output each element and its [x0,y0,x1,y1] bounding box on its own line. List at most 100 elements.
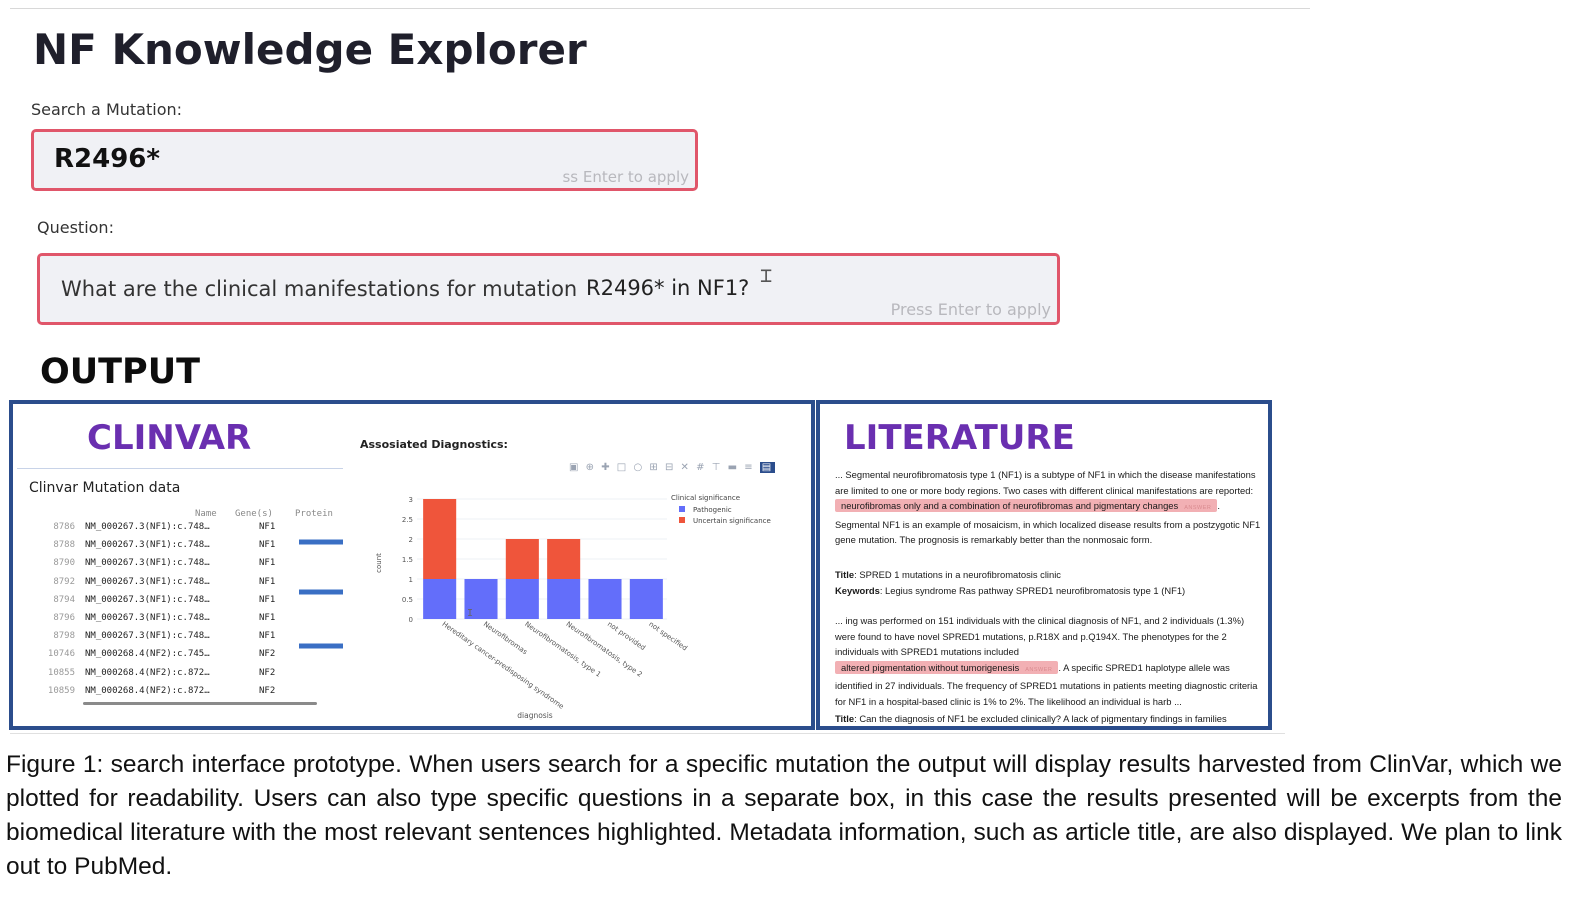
spike-icon[interactable]: ⊤ [712,462,723,473]
table-row[interactable]: 8790 NM_000267.3(NF1):c.748… NF1 [13,558,343,576]
bar-chart: 00.511.522.53countHereditary cancer-pred… [375,494,771,720]
text-cursor-icon: ⌶ [760,263,773,287]
row-gene: NF1 [259,631,276,642]
bar-uncertain-significance [505,539,539,579]
row-index: 8790 [53,558,75,569]
row-name: NM_000268.4(NF2):c.745… [85,649,210,660]
pan-icon[interactable]: ✚ [601,462,611,473]
answer-tag: ANSWER [1025,666,1053,673]
hover-compare-icon[interactable]: ≡ [744,462,754,473]
x-tick-label: Neurofibromatosis, type 2 [565,620,644,679]
table-row[interactable]: 10855 NM_000268.4(NF2):c.872… NF2 [13,668,343,686]
row-name: NM_000267.3(NF1):c.748… [85,631,210,642]
row-gene: NF1 [259,594,276,605]
y-axis-label: count [375,553,383,573]
literature-meta-2: Title: Can the diagnosis of NF1 be exclu… [835,713,1227,724]
row-index: 10855 [47,667,75,678]
x-axis-label: diagnosis [517,711,553,720]
row-name: NM_000267.3(NF1):c.748… [85,558,210,569]
answer-highlight[interactable]: altered pigmentation without tumorigenes… [835,660,1059,674]
highlight-text: altered pigmentation without tumorigenes… [841,661,1020,673]
article-title[interactable]: SPRED 1 mutations in a neurofibromatosis… [859,569,1061,580]
chart-toolbar[interactable]: ▣ ⊕ ✚ □ ○ ⊞ ⊟ ✕ # ⊤ ▬ ≡ ▤ [569,462,776,473]
zoom-in-icon[interactable]: ⊞ [649,462,659,473]
question-input[interactable]: What are the clinical manifestations for… [37,253,1060,325]
article-keywords: Legius syndrome Ras pathway SPRED1 neuro… [885,584,1186,596]
legend-swatch [679,517,685,523]
row-index: 8794 [53,594,75,605]
literature-excerpt-2: ... ing was performed on 151 individuals… [835,613,1265,709]
highlight-text: neurofibromas only and a combination of … [841,500,1179,511]
literature-title: LITERATURE [844,418,1075,458]
answer-highlight[interactable]: neurofibromas only and a combination of … [835,499,1218,512]
row-name: NM_000267.3(NF1):c.748… [85,540,210,551]
x-tick-label: Neurofibromatosis, type 1 [523,620,602,679]
y-tick-label: 1 [409,576,413,584]
literature-meta-1: Title: SPRED 1 mutations in a neurofibro… [835,569,1186,596]
row-index: 8798 [53,631,75,642]
legend-title: Clinical significance [671,494,740,502]
clinvar-panel: CLINVAR Clinvar Mutation data Name Gene(… [9,400,815,730]
plotly-logo-icon[interactable]: ▤ [759,462,776,473]
table-row[interactable]: 8792 NM_000267.3(NF1):c.748… NF1 [13,577,343,595]
row-gene: NF2 [259,685,276,696]
article-title[interactable]: Can the diagnosis of NF1 be excluded cli… [859,713,1226,724]
row-name: NM_000267.3(NF1):c.748… [85,522,210,532]
zoom-out-icon[interactable]: ⊟ [665,462,675,473]
table-row[interactable]: 8796 NM_000267.3(NF1):c.748… NF1 [13,613,343,631]
column-header-name[interactable]: Name [195,509,217,519]
row-index: 8796 [53,613,75,623]
bar-pathogenic [423,579,457,619]
figure-caption: Figure 1: search interface prototype. Wh… [6,751,1562,880]
search-value: R2496* [54,144,160,174]
bar-pathogenic [547,579,581,619]
bar-uncertain-significance [547,539,581,579]
y-tick-label: 3 [409,496,413,504]
row-gene: NF1 [259,522,276,532]
row-name: NM_000267.3(NF1):c.748… [85,576,210,587]
x-tick-label: not provided [606,620,647,652]
table-row[interactable]: 8794 NM_000267.3(NF1):c.748… NF1 [13,595,343,613]
x-tick-label: not specified [647,620,688,652]
column-header-protein[interactable]: Protein [295,509,333,519]
table-row[interactable]: 8798 NM_000267.3(NF1):c.748… NF1 [13,631,343,649]
y-tick-label: 0 [409,616,413,624]
legend-swatch [679,506,685,512]
y-tick-label: 1.5 [402,556,413,564]
legend-item: Pathogenic [693,506,732,514]
table-scrollbar[interactable] [83,702,317,705]
y-tick-label: 0.5 [402,596,413,604]
table-row[interactable]: 8788 NM_000267.3(NF1):c.748… NF1 [13,540,343,558]
search-input[interactable]: R2496* ss Enter to apply [31,129,698,191]
bar-pathogenic [629,579,663,619]
row-index: 10746 [47,649,75,660]
reset-icon[interactable]: # [696,462,706,473]
text-cursor-icon: I [467,608,473,619]
zoom-icon[interactable]: ⊕ [586,462,596,473]
title-label: Title [835,713,855,724]
bar-pathogenic [505,579,539,619]
box-select-icon[interactable]: □ [617,462,628,473]
excerpt-text: ... Segmental neurofibromatosis type 1 (… [835,469,1256,496]
question-hint: Press Enter to apply [890,300,1051,319]
question-label: Question: [37,218,114,237]
column-header-genes[interactable]: Gene(s) [235,509,273,519]
bottom-divider [10,733,1285,734]
camera-icon[interactable]: ▣ [569,462,580,473]
legend-item: Uncertain significance [693,517,771,525]
table-row[interactable]: 8786 NM_000267.3(NF1):c.748… NF1 [13,522,343,540]
title-label: Title [835,569,855,580]
hover-closest-icon[interactable]: ▬ [728,462,739,473]
row-index: 8792 [53,576,75,587]
autoscale-icon[interactable]: ✕ [681,462,691,473]
row-gene: NF1 [259,558,276,569]
app-title: NF Knowledge Explorer [33,25,587,74]
search-label: Search a Mutation: [31,100,183,119]
answer-tag: ANSWER [1184,505,1212,511]
row-index: 10859 [47,685,75,696]
lasso-icon[interactable]: ○ [633,462,644,473]
row-gene: NF1 [259,576,276,587]
row-gene: NF1 [259,540,276,551]
table-row[interactable]: 10746 NM_000268.4(NF2):c.745… NF2 [13,649,343,667]
row-name: NM_000268.4(NF2):c.872… [85,667,210,678]
